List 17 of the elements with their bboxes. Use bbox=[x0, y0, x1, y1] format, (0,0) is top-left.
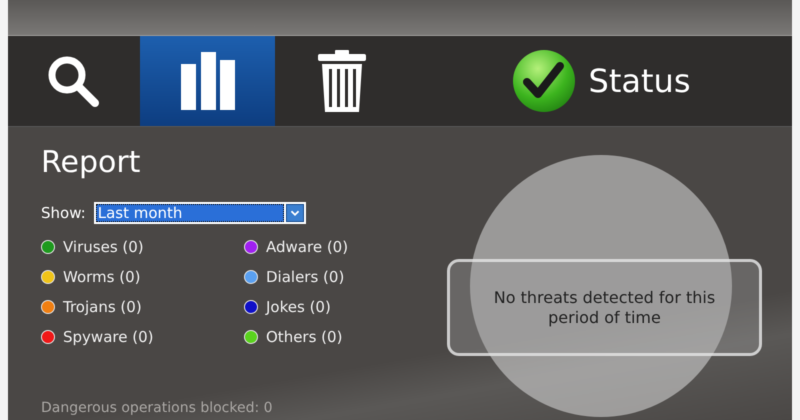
legend-label: Viruses (0) bbox=[63, 238, 144, 256]
no-threats-message: No threats detected for this period of time bbox=[492, 288, 716, 328]
period-dropdown[interactable]: Last month bbox=[94, 202, 306, 224]
legend-label: Dialers (0) bbox=[266, 268, 344, 286]
show-label: Show: bbox=[41, 204, 86, 222]
legend-label: Worms (0) bbox=[63, 268, 140, 286]
legend-label: Jokes (0) bbox=[266, 298, 331, 316]
legend-label: Adware (0) bbox=[266, 238, 348, 256]
bar-chart-icon bbox=[180, 52, 234, 110]
trash-icon bbox=[318, 50, 366, 112]
report-title: Report bbox=[41, 145, 140, 180]
check-circle-icon bbox=[510, 48, 577, 114]
legend-label: Others (0) bbox=[266, 328, 342, 346]
report-tab[interactable] bbox=[140, 36, 275, 126]
blocked-count: Dangerous operations blocked: 0 bbox=[41, 400, 273, 416]
legend-label: Spyware (0) bbox=[63, 328, 154, 346]
legend-label: Trojans (0) bbox=[63, 298, 142, 316]
